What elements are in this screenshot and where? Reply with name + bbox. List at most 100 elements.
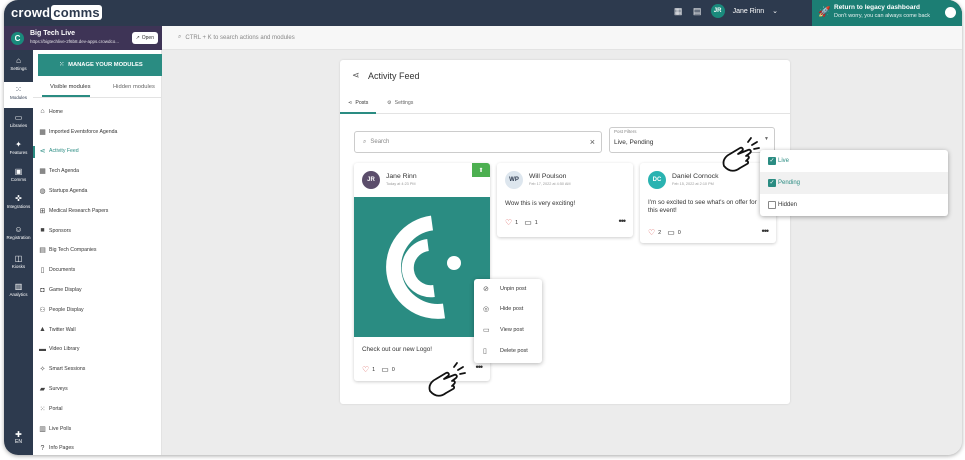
module-item-home[interactable]: ⌂ Home (33, 102, 162, 122)
share-icon: ⋖ (348, 100, 353, 106)
heart-icon[interactable]: ♡ (505, 218, 512, 227)
post-card[interactable]: JR Jane Rinn Today at 4:23 PM ⬆ Check ou… (354, 163, 490, 381)
post-author: Jane Rinn (386, 173, 417, 180)
home-icon: ⌂ (16, 56, 21, 65)
comment-icon[interactable]: ▭ (524, 218, 532, 227)
notification-icon[interactable]: ▤ (692, 6, 703, 17)
comment-icon[interactable]: ▭ (381, 365, 389, 374)
user-avatar[interactable]: JR (710, 4, 725, 18)
more-options-icon[interactable]: ••• (476, 362, 484, 372)
module-item-smart-sessions[interactable]: ✧ Smart Sessions (33, 359, 162, 379)
tab-posts[interactable]: ⋖ Posts (348, 100, 368, 106)
tab-hidden-modules[interactable]: Hidden modules (113, 84, 155, 90)
hide-post-item[interactable]: ◎ Hide post (474, 299, 542, 319)
filter-option-pending[interactable]: ✓ Pending (760, 172, 948, 194)
uk-flag-icon: ✚ (15, 430, 22, 439)
rail-item-settings[interactable]: ⌂ Settings (4, 56, 33, 80)
eye-off-icon: ◎ (483, 306, 490, 313)
rail-item-modules[interactable]: ⁙ Modules (4, 82, 33, 108)
sparkle-icon: ✧ (39, 366, 46, 374)
module-item-big-tech-companies[interactable]: ▤ Big Tech Companies (33, 241, 162, 261)
chevron-down-icon[interactable]: ⌄ (772, 7, 778, 15)
module-item-live-polls[interactable]: ▥ Live Polls (33, 419, 162, 439)
building-icon: ▤ (39, 247, 46, 255)
like-count: 2 (658, 229, 662, 236)
module-item-portal[interactable]: ⁙ Portal (33, 399, 162, 419)
clear-search-icon[interactable]: × (590, 137, 595, 147)
sparkle-icon: ✦ (15, 140, 22, 149)
post-card[interactable]: WP Will Poulson Feb 17, 2022 at 4:50 AM … (497, 163, 633, 237)
module-item-tech-agenda[interactable]: ▦ Tech Agenda (33, 161, 162, 181)
open-event-button[interactable]: ↗ Open (131, 32, 158, 44)
page-title: Activity Feed (368, 71, 420, 81)
unpin-post-item[interactable]: ⊘ Unpin post (474, 279, 542, 299)
trash-icon: ▯ (483, 348, 487, 355)
post-image[interactable] (354, 197, 490, 337)
rail-item-kiosks[interactable]: ◫ Kiosks (4, 254, 33, 278)
document-icon: ▭ (483, 327, 490, 334)
module-item-imported-eventsforce-agenda[interactable]: ▦ Imported Eventsforce Agenda (33, 122, 162, 142)
module-item-video-library[interactable]: ▬ Video Library (33, 340, 162, 360)
external-link-icon: ↗ (135, 35, 140, 41)
share-icon: ⋖ (39, 148, 46, 156)
return-to-legacy-button[interactable]: 🚀 Return to legacy dashboard Don't worry… (812, 0, 962, 26)
rail-item-libraries[interactable]: ▭ Libraries (4, 113, 33, 137)
checkbox-unchecked-icon[interactable] (768, 201, 776, 209)
globe-icon: ◍ (39, 188, 46, 196)
user-name[interactable]: Jane Rinn (733, 8, 765, 15)
comment-icon[interactable]: ▭ (667, 228, 675, 237)
command-search[interactable]: ⌕ CTRL + K to search actions and modules (162, 26, 962, 50)
kiosk-icon: ◫ (14, 254, 23, 263)
module-item-surveys[interactable]: ▰ Surveys (33, 379, 162, 399)
search-input[interactable]: ⌕ Search × (354, 131, 602, 153)
top-bar: crowd comms ▦ ▤ JR Jane Rinn ⌄ 🚀 Return t… (4, 0, 962, 26)
more-options-icon[interactable]: ••• (762, 226, 770, 236)
checkbox-checked-icon[interactable]: ✓ (768, 157, 776, 165)
post-text: I'm so excited to see what's on offer fo… (648, 199, 757, 214)
tab-settings[interactable]: ⚙ Settings (387, 100, 413, 106)
module-item-game-display[interactable]: ◘ Game Display (33, 280, 162, 300)
event-bar: C Big Tech Live https://bigtechlive-2f6b… (4, 26, 162, 50)
module-item-startups-agenda[interactable]: ◍ Startups Agenda (33, 181, 162, 201)
pin-icon[interactable]: ⬆ (472, 163, 490, 177)
poll-icon: ▥ (39, 425, 46, 433)
command-placeholder: CTRL + K to search actions and modules (185, 34, 295, 41)
more-options-icon[interactable]: ••• (619, 216, 627, 226)
module-item-people-display[interactable]: ⚇ People Display (33, 300, 162, 320)
home-icon: ⌂ (40, 108, 45, 116)
search-icon: ⌕ (178, 34, 182, 40)
module-item-activity-feed[interactable]: ⋖ Activity Feed (33, 142, 162, 162)
module-item-medical-research-papers[interactable]: ⊞ Medical Research Papers (33, 201, 162, 221)
rail-item-registration[interactable]: ☺ Registration (4, 225, 33, 249)
module-item-documents[interactable]: ▯ Documents (33, 260, 162, 280)
avatar: JR (362, 171, 380, 189)
comment-count: 0 (391, 366, 395, 373)
language-selector[interactable]: ✚ EN (4, 430, 33, 445)
rail-item-features[interactable]: ✦ Features (4, 140, 33, 164)
delete-post-item[interactable]: ▯ Delete post (474, 341, 542, 361)
rail-item-integrations[interactable]: ✜ Integrations (4, 194, 33, 218)
view-post-item[interactable]: ▭ View post (474, 320, 542, 340)
filter-option-live[interactable]: ✓ Live (760, 150, 948, 172)
post-filters-label: Post Filters (614, 129, 637, 134)
building-icon[interactable]: ▦ (673, 6, 684, 17)
legacy-toggle[interactable] (945, 7, 956, 18)
post-author: Will Poulson (529, 173, 567, 180)
tab-visible-modules[interactable]: Visible modules (50, 84, 91, 90)
filter-option-hidden[interactable]: Hidden (760, 194, 948, 216)
chart-icon: ▥ (14, 282, 23, 291)
module-item-info-pages[interactable]: ? Info Pages (33, 439, 162, 455)
module-item-twitter-wall[interactable]: ▲ Twitter Wall (33, 320, 162, 340)
crowdcomms-logo[interactable]: crowd comms (11, 5, 102, 20)
checkbox-checked-icon[interactable]: ✓ (768, 179, 776, 187)
heart-icon[interactable]: ♡ (648, 228, 655, 237)
rail-item-comms[interactable]: ▣ Comms (4, 167, 33, 191)
modules-sidebar: ⁙ MANAGE YOUR MODULES Visible modules Hi… (33, 50, 164, 455)
module-item-sponsors[interactable]: ■ Sponsors (33, 221, 162, 241)
people-icon: ⚇ (39, 306, 46, 314)
user-icon: ☺ (14, 225, 23, 234)
rail-item-analytics[interactable]: ▥ Analytics (4, 282, 33, 306)
nav-rail: ⌂ Settings ⁙ Modules ▭ Libraries ✦ Featu… (4, 50, 33, 455)
manage-modules-button[interactable]: ⁙ MANAGE YOUR MODULES (38, 54, 164, 76)
heart-icon[interactable]: ♡ (362, 365, 369, 374)
